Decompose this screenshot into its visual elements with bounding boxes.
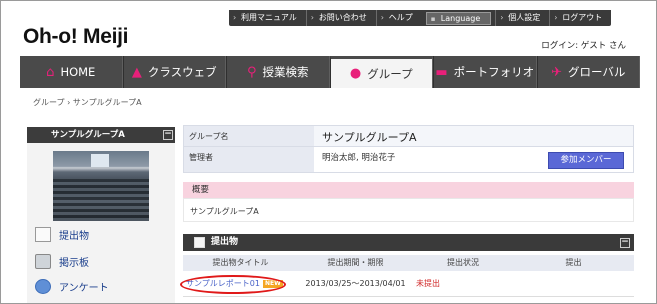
utility-bar: 利用マニュアル お問い合わせ ヘルプ Language 個人設定 ログアウト [229,10,612,26]
board-icon [35,254,51,269]
sidebar-item-submissions[interactable]: 提出物 [35,227,89,242]
column-header: 提出物タイトル [212,258,269,267]
sidebar-item-board[interactable]: 掲示板 [35,254,89,269]
admin-label: 管理者 [184,147,314,172]
nav-portfolio[interactable]: ▬ ポートフォリオ [433,56,537,88]
logout-link[interactable]: ログアウト [549,10,611,26]
submission-period: 2013/03/25〜2013/04/01 [305,279,406,288]
document-icon [35,227,51,242]
home-icon: ⌂ [46,64,55,80]
personal-settings-link[interactable]: 個人設定 [495,10,549,26]
survey-icon [35,279,51,294]
sidebar-header: サンプルグループA − [27,127,175,143]
nav-group[interactable]: ● グループ [329,56,433,88]
members-button[interactable]: 参加メンバー [548,152,624,169]
group-name-row: グループ名 サンプルグループA [183,125,634,147]
nav-label: グローバル [568,65,626,79]
nav-global[interactable]: ✈ グローバル [536,56,640,88]
graduation-cap-icon: ▲ [131,64,142,80]
submission-submit [513,271,634,296]
group-sidebar: サンプルグループA − 提出物 掲示板 アンケート [27,127,175,303]
nav-label: HOME [60,65,96,79]
nav-classweb[interactable]: ▲ クラスウェブ [122,56,226,88]
column-header: 提出期間・期限 [327,258,384,267]
help-link[interactable]: ヘルプ [375,10,422,26]
group-photo [53,151,149,221]
site-logo[interactable]: Oh-o! Meiji [23,25,128,49]
submissions-title: 提出物 [211,237,239,247]
breadcrumb[interactable]: グループ › サンプルグループA [33,97,142,108]
group-icon: ● [349,66,362,81]
sidebar-title: サンプルグループA [51,130,125,140]
nav-label: グループ [367,66,413,81]
submission-title-cell: サンプルレポート01 NEW [180,271,298,296]
folder-icon: ▬ [435,64,448,80]
group-name-label: グループ名 [184,126,314,146]
overview-header: 概要 [183,182,634,198]
collapse-toggle[interactable]: − [620,238,630,248]
column-header: 提出状況 [447,258,479,267]
nav-home[interactable]: ⌂ HOME [20,56,123,88]
column-header: 提出 [565,258,582,267]
login-status: ログイン: ゲスト さん [541,41,626,51]
page: 利用マニュアル お問い合わせ ヘルプ Language 個人設定 ログアウト O… [0,0,657,304]
table-row: サンプルレポート01 NEW 2013/03/25〜2013/04/01 未提出 [180,271,634,297]
manual-link[interactable]: 利用マニュアル [229,10,306,26]
contact-link[interactable]: お問い合わせ [305,10,376,26]
highlight-ring [180,275,286,294]
main-nav: ⌂ HOME ▲ クラスウェブ ⚲ 授業検索 ● グループ ▬ ポートフォリオ ✈ グローバ… [20,56,640,88]
language-button[interactable]: Language [425,11,492,25]
nav-course-search[interactable]: ⚲ 授業検索 [226,56,330,88]
airplane-icon: ✈ [551,64,562,80]
sidebar-item-survey[interactable]: アンケート [35,279,109,294]
group-name-value: サンプルグループA [314,126,633,146]
document-icon [194,237,205,248]
submission-status: 未提出 [416,279,440,288]
sidebar-item-label: 掲示板 [59,258,89,269]
sidebar-item-label: 提出物 [59,231,89,242]
sidebar-item-label: アンケート [59,283,109,294]
nav-label: ポートフォリオ [453,65,535,79]
table-header: 提出物タイトル 提出期間・期限 提出状況 提出 [183,255,634,271]
nav-label: 授業検索 [262,65,309,79]
collapse-toggle[interactable]: − [163,130,173,140]
search-icon: ⚲ [246,64,257,80]
overview-body: サンプルグループA [183,198,634,222]
submissions-header: 提出物 − [183,234,634,251]
nav-label: クラスウェブ [147,65,217,79]
admin-row: 管理者 明治太郎, 明治花子 参加メンバー [183,147,634,173]
